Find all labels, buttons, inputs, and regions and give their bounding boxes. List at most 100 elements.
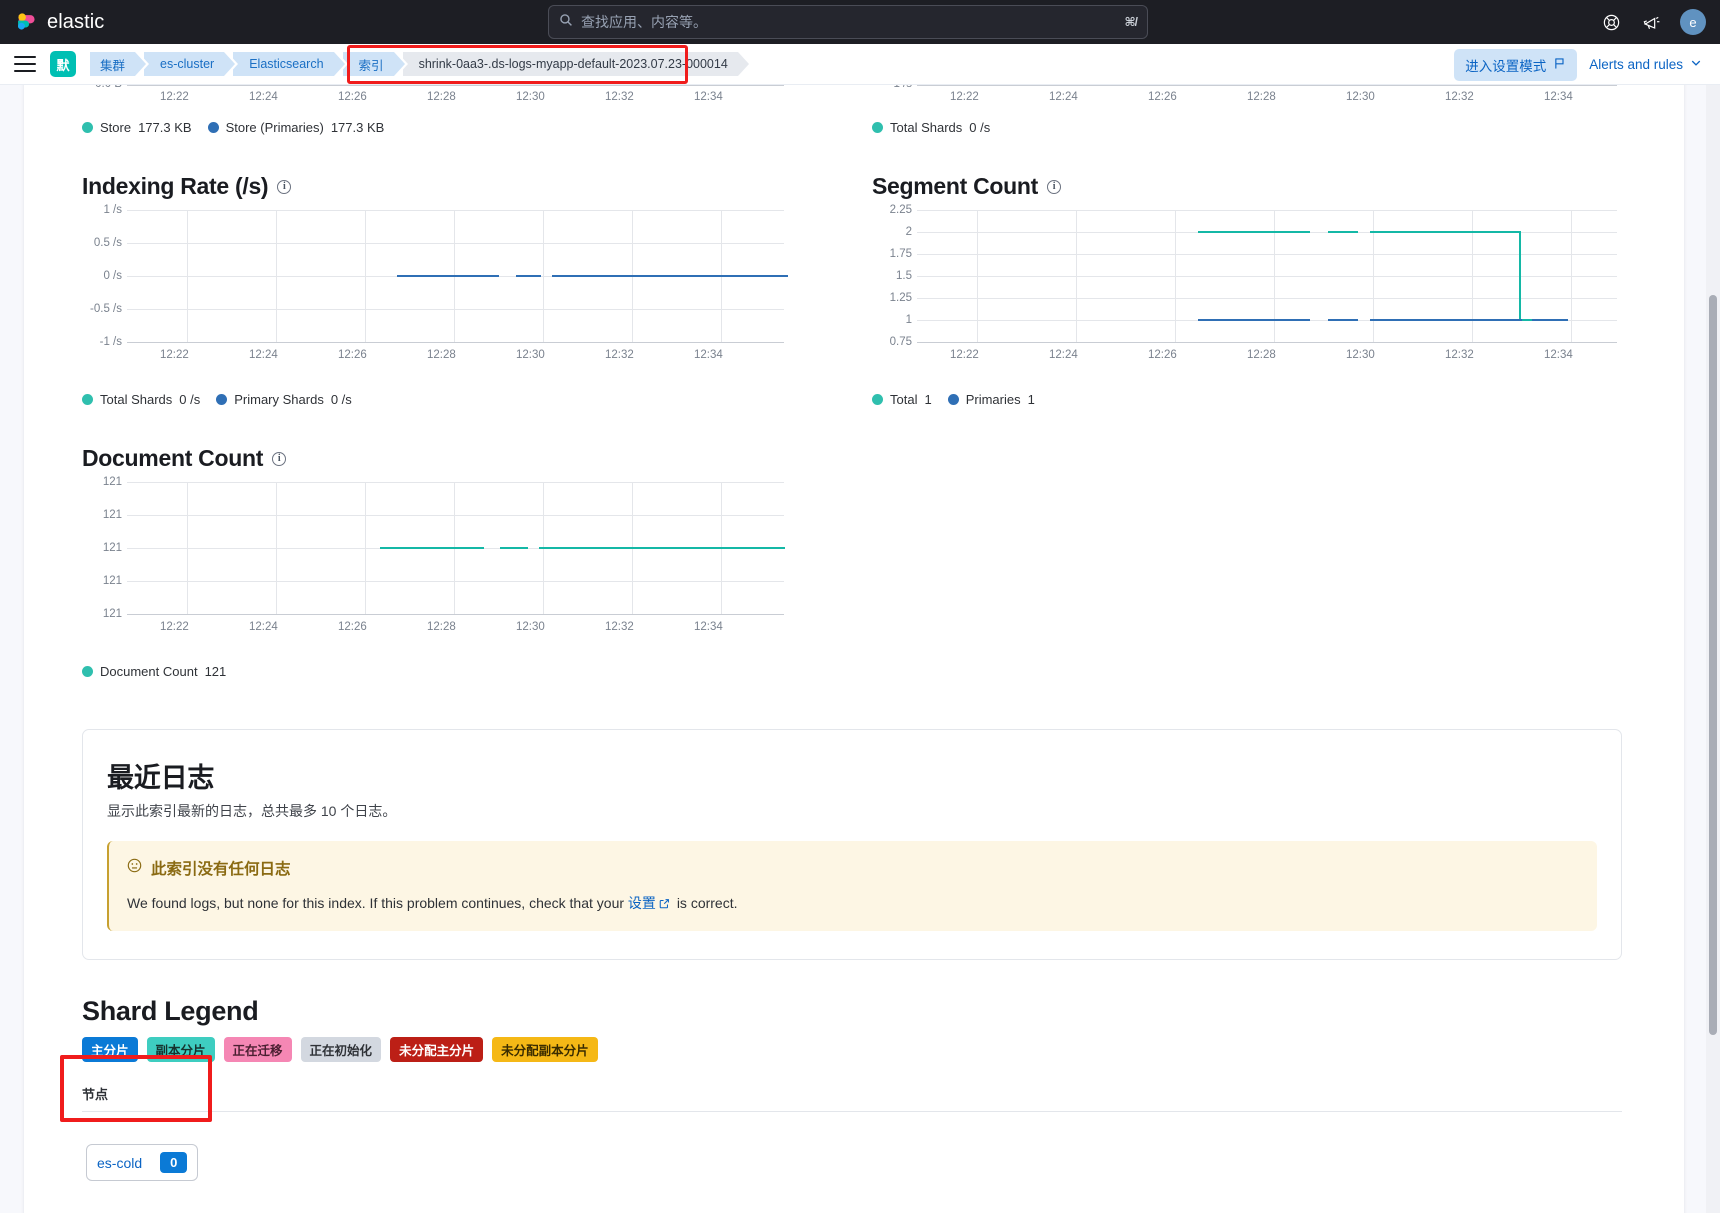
store-xtick-3: 12:28 bbox=[427, 91, 456, 103]
space-badge[interactable]: 默 bbox=[50, 51, 76, 77]
alerts-and-rules-button[interactable]: Alerts and rules bbox=[1589, 57, 1702, 72]
elastic-monitoring-page: elastic 查找应用、内容等。 ⌘/ e 默 集群 es-cluster E… bbox=[0, 0, 1720, 1213]
callout-text-after: is correct. bbox=[676, 895, 738, 911]
doccount-xtick-5: 12:32 bbox=[605, 621, 634, 633]
external-link-icon[interactable] bbox=[659, 896, 670, 912]
segment-xtick-2: 12:26 bbox=[1148, 349, 1177, 361]
info-icon[interactable]: i bbox=[272, 451, 287, 466]
store-xtick-4: 12:30 bbox=[516, 91, 545, 103]
store-size-plot[interactable]: 0.0 B 12:22 12:24 12:26 12:28 12:30 12:3… bbox=[82, 85, 854, 103]
legend-label: Store (Primaries) bbox=[225, 120, 324, 135]
legend-label: Total Shards bbox=[890, 120, 963, 135]
shard-legend-heading: Shard Legend bbox=[82, 996, 259, 1026]
doccount-ytick-3: 121 bbox=[102, 575, 122, 587]
flag-icon bbox=[1553, 57, 1566, 73]
nodes-divider bbox=[82, 1111, 1622, 1112]
callout-text-before: We found logs, but none for this index. … bbox=[127, 895, 625, 911]
shardrate-xtick-5: 12:32 bbox=[1445, 91, 1474, 103]
shard-badge-initializing: 正在初始化 bbox=[300, 1037, 382, 1062]
store-xtick-5: 12:32 bbox=[605, 91, 634, 103]
segment-xtick-0: 12:22 bbox=[950, 349, 979, 361]
legend-item-primaries[interactable]: Primaries 1 bbox=[947, 392, 1035, 407]
vertical-scrollbar-track[interactable] bbox=[1706, 85, 1720, 1213]
shardrate-xtick-3: 12:28 bbox=[1247, 91, 1276, 103]
legend-label: Store bbox=[100, 120, 132, 135]
brand-name-label: elastic bbox=[47, 10, 105, 33]
segment-xtick-4: 12:30 bbox=[1346, 349, 1375, 361]
top-nav-actions: e bbox=[1600, 0, 1706, 44]
legend-color-dot bbox=[872, 394, 883, 405]
nodes-section-label: 节点 bbox=[82, 1087, 109, 1102]
node-name-label[interactable]: es-cold bbox=[97, 1155, 142, 1171]
segment-count-plot[interactable]: 2.25 2 1.75 1.5 1.25 1 0.75 12:22 12:24 … bbox=[872, 204, 1644, 380]
shard-rate-chart: -1 /s 12:22 12:24 12:26 12:28 12:30 12:3… bbox=[854, 85, 1644, 135]
node-shard-count-badge: 0 bbox=[160, 1152, 188, 1173]
recent-logs-heading: 最近日志 bbox=[107, 763, 215, 793]
breadcrumb-item-cluster[interactable]: 集群 bbox=[90, 52, 150, 76]
indexing-ytick-1: 0.5 /s bbox=[93, 237, 122, 249]
no-logs-callout-title: 此索引没有任何日志 bbox=[127, 857, 1579, 879]
info-icon[interactable]: i bbox=[277, 179, 292, 194]
legend-item-primary-shards[interactable]: Primary Shards 0 /s bbox=[216, 392, 352, 407]
breadcrumb-item-elasticsearch[interactable]: Elasticsearch bbox=[233, 52, 348, 76]
legend-label: Total bbox=[890, 392, 918, 407]
megaphone-announcement-icon[interactable] bbox=[1640, 11, 1662, 33]
hamburger-menu-icon[interactable] bbox=[14, 56, 36, 72]
segment-count-chart: Segment Count i 2.25 2 1.75 1.5 1.25 1 0… bbox=[854, 173, 1644, 407]
store-size-legend: Store 177.3 KB Store (Primaries) 177.3 K… bbox=[82, 120, 854, 135]
segment-ytick-5: 1 bbox=[905, 314, 912, 326]
global-search-box[interactable]: 查找应用、内容等。 ⌘/ bbox=[548, 5, 1148, 39]
series-total-seg3 bbox=[1370, 231, 1520, 233]
breadcrumb: 集群 es-cluster Elasticsearch 索引 shrink-0a… bbox=[90, 52, 753, 76]
legend-value: 0 /s bbox=[179, 392, 201, 407]
global-search[interactable]: 查找应用、内容等。 ⌘/ bbox=[548, 5, 1148, 39]
shardrate-xtick-1: 12:24 bbox=[1049, 91, 1078, 103]
legend-value: 0 /s bbox=[969, 120, 991, 135]
node-card-es-cold[interactable]: es-cold 0 bbox=[86, 1144, 199, 1181]
store-xtick-6: 12:34 bbox=[694, 91, 723, 103]
legend-color-dot bbox=[216, 394, 228, 405]
legend-color-dot bbox=[207, 122, 219, 133]
doccount-xtick-4: 12:30 bbox=[516, 621, 545, 633]
shard-rate-plot[interactable]: -1 /s 12:22 12:24 12:26 12:28 12:30 12:3… bbox=[872, 85, 1644, 103]
indexing-xtick-5: 12:32 bbox=[605, 349, 634, 361]
user-avatar[interactable]: e bbox=[1680, 9, 1706, 35]
enter-setup-mode-button[interactable]: 进入设置模式 bbox=[1454, 48, 1578, 81]
doccount-xtick-6: 12:34 bbox=[694, 621, 723, 633]
legend-value: 177.3 KB bbox=[330, 120, 385, 135]
breadcrumb-item-indices[interactable]: 索引 bbox=[342, 52, 408, 76]
document-count-plot[interactable]: 121 121 121 121 121 12:22 12:24 12:26 12… bbox=[82, 476, 854, 652]
legend-item-document-count[interactable]: Document Count 121 bbox=[82, 664, 226, 679]
legend-item-store[interactable]: Store 177.3 KB bbox=[82, 120, 192, 135]
page-scroll-area: 0.0 B 12:22 12:24 12:26 12:28 12:30 12:3… bbox=[0, 85, 1708, 1213]
doccount-ytick-4: 121 bbox=[102, 608, 122, 620]
breadcrumb-item-es-cluster[interactable]: es-cluster bbox=[144, 52, 239, 76]
series-primaries-seg2 bbox=[1328, 319, 1358, 321]
indexing-xtick-2: 12:26 bbox=[338, 349, 367, 361]
series-total-seg2 bbox=[1328, 231, 1358, 233]
legend-item-store-primaries[interactable]: Store (Primaries) 177.3 KB bbox=[207, 120, 385, 135]
segment-xtick-5: 12:32 bbox=[1445, 349, 1474, 361]
indexing-xtick-0: 12:22 bbox=[160, 349, 189, 361]
doccount-xtick-3: 12:28 bbox=[427, 621, 456, 633]
series-document-count-seg3 bbox=[539, 547, 785, 549]
chart-title-text: Indexing Rate (/s) bbox=[82, 173, 269, 199]
recent-logs-subheading: 显示此索引最新的日志，总共最多 10 个日志。 bbox=[107, 803, 397, 819]
document-count-chart: Document Count i 121 121 121 121 121 12:… bbox=[64, 445, 854, 679]
settings-link[interactable]: 设置 bbox=[628, 895, 656, 911]
vertical-scrollbar-thumb[interactable] bbox=[1709, 295, 1717, 1035]
elastic-brand[interactable]: elastic bbox=[0, 11, 104, 34]
lifebuoy-help-icon[interactable] bbox=[1600, 11, 1622, 33]
indexing-rate-chart: Indexing Rate (/s) i 1 /s 0.5 /s 0 /s -0… bbox=[64, 173, 854, 407]
series-primaries-seg4 bbox=[1532, 319, 1568, 321]
legend-color-dot bbox=[82, 666, 93, 677]
chart-row-middle: Indexing Rate (/s) i 1 /s 0.5 /s 0 /s -0… bbox=[64, 173, 1644, 407]
shard-badge-unassigned-primary: 未分配主分片 bbox=[390, 1037, 484, 1062]
legend-item-total-shards[interactable]: Total Shards 0 /s bbox=[872, 120, 990, 135]
legend-item-total-shards[interactable]: Total Shards 0 /s bbox=[82, 392, 200, 407]
legend-label: Primaries bbox=[965, 392, 1021, 407]
series-primary-shards-seg3 bbox=[552, 275, 788, 277]
indexing-rate-plot[interactable]: 1 /s 0.5 /s 0 /s -0.5 /s -1 /s 12:22 12:… bbox=[82, 204, 854, 380]
legend-item-total[interactable]: Total 1 bbox=[872, 392, 932, 407]
info-icon[interactable]: i bbox=[1047, 179, 1062, 194]
